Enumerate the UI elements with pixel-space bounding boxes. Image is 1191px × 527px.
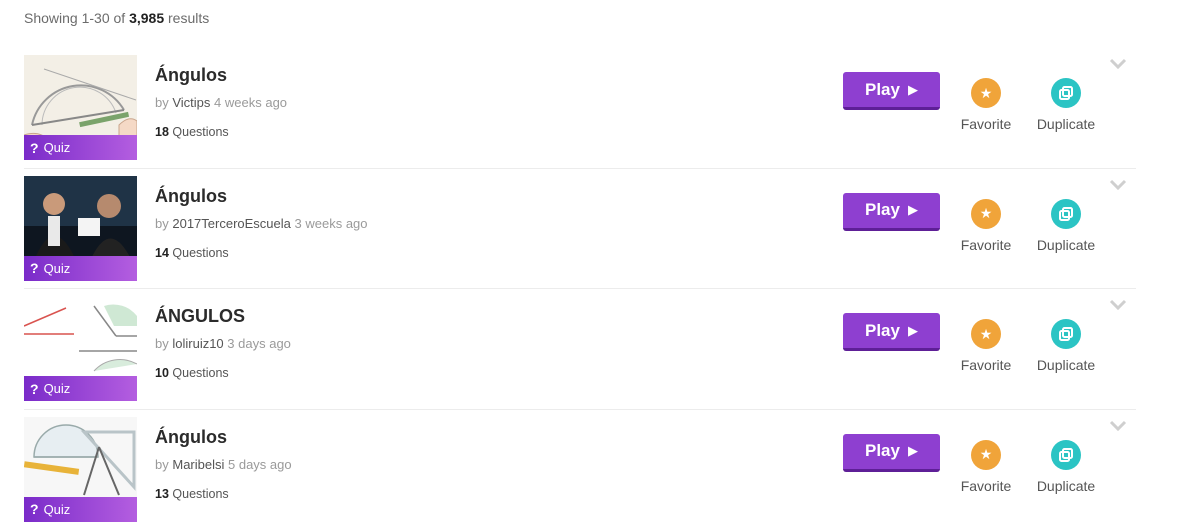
favorite-label: Favorite <box>960 236 1012 253</box>
results-prefix: Showing 1-30 of <box>24 10 126 26</box>
duplicate-icon <box>1051 439 1081 470</box>
question-count: 18 Questions <box>155 125 229 139</box>
chevron-down-icon[interactable] <box>1109 179 1127 191</box>
question-mark-icon: ? <box>30 260 39 276</box>
play-button[interactable]: Play ▶ <box>843 313 940 351</box>
chevron-down-icon[interactable] <box>1109 58 1127 70</box>
question-count-label: Questions <box>172 125 229 139</box>
results-count: Showing 1-30 of 3,985 results <box>24 10 209 26</box>
timestamp: 4 weeks ago <box>214 95 288 110</box>
quiz-badge: ? Quiz <box>24 496 137 522</box>
play-arrow-icon: ▶ <box>907 322 918 338</box>
quiz-thumbnail[interactable]: ? Quiz <box>24 296 137 401</box>
quiz-badge: ? Quiz <box>24 135 137 160</box>
favorite-label: Favorite <box>960 116 1012 132</box>
question-count: 13 Questions <box>155 487 229 501</box>
quiz-result-item[interactable]: ? Quiz Ángulos by Victips 4 weeks ago 18… <box>24 48 1136 169</box>
chevron-down-icon[interactable] <box>1109 420 1127 432</box>
author-link[interactable]: Victips <box>172 95 210 110</box>
question-mark-icon: ? <box>30 139 39 156</box>
favorite-button[interactable]: ★ Favorite <box>954 319 1018 373</box>
quiz-title[interactable]: Ángulos <box>155 65 227 86</box>
play-label: Play <box>865 200 900 219</box>
quiz-result-item[interactable]: ? Quiz ÁNGULOS by loliruiz10 3 days ago … <box>24 289 1136 410</box>
play-label: Play <box>865 79 900 99</box>
by-word: by <box>155 215 169 231</box>
quiz-badge-label: Quiz <box>43 140 71 155</box>
quiz-thumbnail[interactable]: ? Quiz <box>24 416 137 522</box>
favorite-label: Favorite <box>960 477 1012 494</box>
duplicate-label: Duplicate <box>1036 477 1096 494</box>
play-button[interactable]: Play ▶ <box>843 192 940 231</box>
play-arrow-icon: ▶ <box>907 202 918 217</box>
timestamp: 3 weeks ago <box>294 215 368 231</box>
question-count: 14 Questions <box>155 246 229 260</box>
by-word: by <box>155 456 169 472</box>
by-word: by <box>155 95 169 110</box>
timestamp: 5 days ago <box>228 456 292 472</box>
by-word: by <box>155 336 169 351</box>
question-count-label: Questions <box>172 486 229 501</box>
star-icon: ★ <box>971 78 1001 108</box>
duplicate-icon <box>1051 78 1081 108</box>
star-icon: ★ <box>971 198 1001 229</box>
duplicate-button[interactable]: Duplicate <box>1028 319 1104 373</box>
question-mark-icon: ? <box>30 380 39 397</box>
quiz-title[interactable]: Ángulos <box>155 427 227 448</box>
quiz-thumbnail[interactable]: ? Quiz <box>24 55 137 160</box>
quiz-thumbnail[interactable]: ? Quiz <box>24 175 137 281</box>
play-button[interactable]: Play ▶ <box>843 433 940 472</box>
question-count: 10 Questions <box>155 366 229 380</box>
duplicate-icon <box>1051 319 1081 349</box>
quiz-result-list: ? Quiz Ángulos by Victips 4 weeks ago 18… <box>24 48 1136 527</box>
duplicate-label: Duplicate <box>1036 116 1096 132</box>
quiz-title[interactable]: Ángulos <box>155 186 227 207</box>
question-mark-icon: ? <box>30 501 39 517</box>
quiz-byline: by loliruiz10 3 days ago <box>155 336 291 351</box>
duplicate-label: Duplicate <box>1036 236 1096 253</box>
favorite-button[interactable]: ★ Favorite <box>954 198 1018 253</box>
quiz-byline: by Maribelsi 5 days ago <box>155 457 292 472</box>
quiz-badge-label: Quiz <box>43 501 71 517</box>
question-count-number: 14 <box>155 245 169 260</box>
author-link[interactable]: 2017TerceroEscuela <box>172 216 291 231</box>
star-icon: ★ <box>971 319 1001 349</box>
favorite-label: Favorite <box>960 357 1012 373</box>
author-link[interactable]: Maribelsi <box>172 457 224 472</box>
quiz-result-item[interactable]: ? Quiz Ángulos by 2017TerceroEscuela 3 w… <box>24 169 1136 289</box>
quiz-badge-label: Quiz <box>43 260 71 276</box>
duplicate-icon <box>1051 198 1081 229</box>
favorite-button[interactable]: ★ Favorite <box>954 439 1018 494</box>
results-suffix: results <box>168 10 210 26</box>
question-count-label: Questions <box>172 366 229 380</box>
chevron-down-icon[interactable] <box>1109 299 1127 311</box>
duplicate-label: Duplicate <box>1036 357 1096 373</box>
play-button[interactable]: Play ▶ <box>843 72 940 110</box>
question-count-number: 10 <box>155 366 169 380</box>
author-link[interactable]: loliruiz10 <box>172 336 223 351</box>
results-total: 3,985 <box>129 10 165 26</box>
quiz-result-item[interactable]: ? Quiz Ángulos by Maribelsi 5 days ago 1… <box>24 410 1136 527</box>
quiz-title[interactable]: ÁNGULOS <box>155 306 245 327</box>
duplicate-button[interactable]: Duplicate <box>1028 198 1104 253</box>
quiz-byline: by 2017TerceroEscuela 3 weeks ago <box>155 216 368 231</box>
duplicate-button[interactable]: Duplicate <box>1028 78 1104 132</box>
quiz-badge: ? Quiz <box>24 376 137 401</box>
question-count-number: 18 <box>155 125 169 139</box>
question-count-label: Questions <box>172 245 229 260</box>
quiz-byline: by Victips 4 weeks ago <box>155 95 287 110</box>
duplicate-button[interactable]: Duplicate <box>1028 439 1104 494</box>
play-label: Play <box>865 441 900 460</box>
play-label: Play <box>865 320 900 340</box>
timestamp: 3 days ago <box>227 336 291 351</box>
question-count-number: 13 <box>155 486 169 501</box>
star-icon: ★ <box>971 439 1001 470</box>
favorite-button[interactable]: ★ Favorite <box>954 78 1018 132</box>
play-arrow-icon: ▶ <box>907 81 918 97</box>
play-arrow-icon: ▶ <box>907 443 918 458</box>
quiz-badge: ? Quiz <box>24 255 137 281</box>
quiz-badge-label: Quiz <box>43 381 71 396</box>
